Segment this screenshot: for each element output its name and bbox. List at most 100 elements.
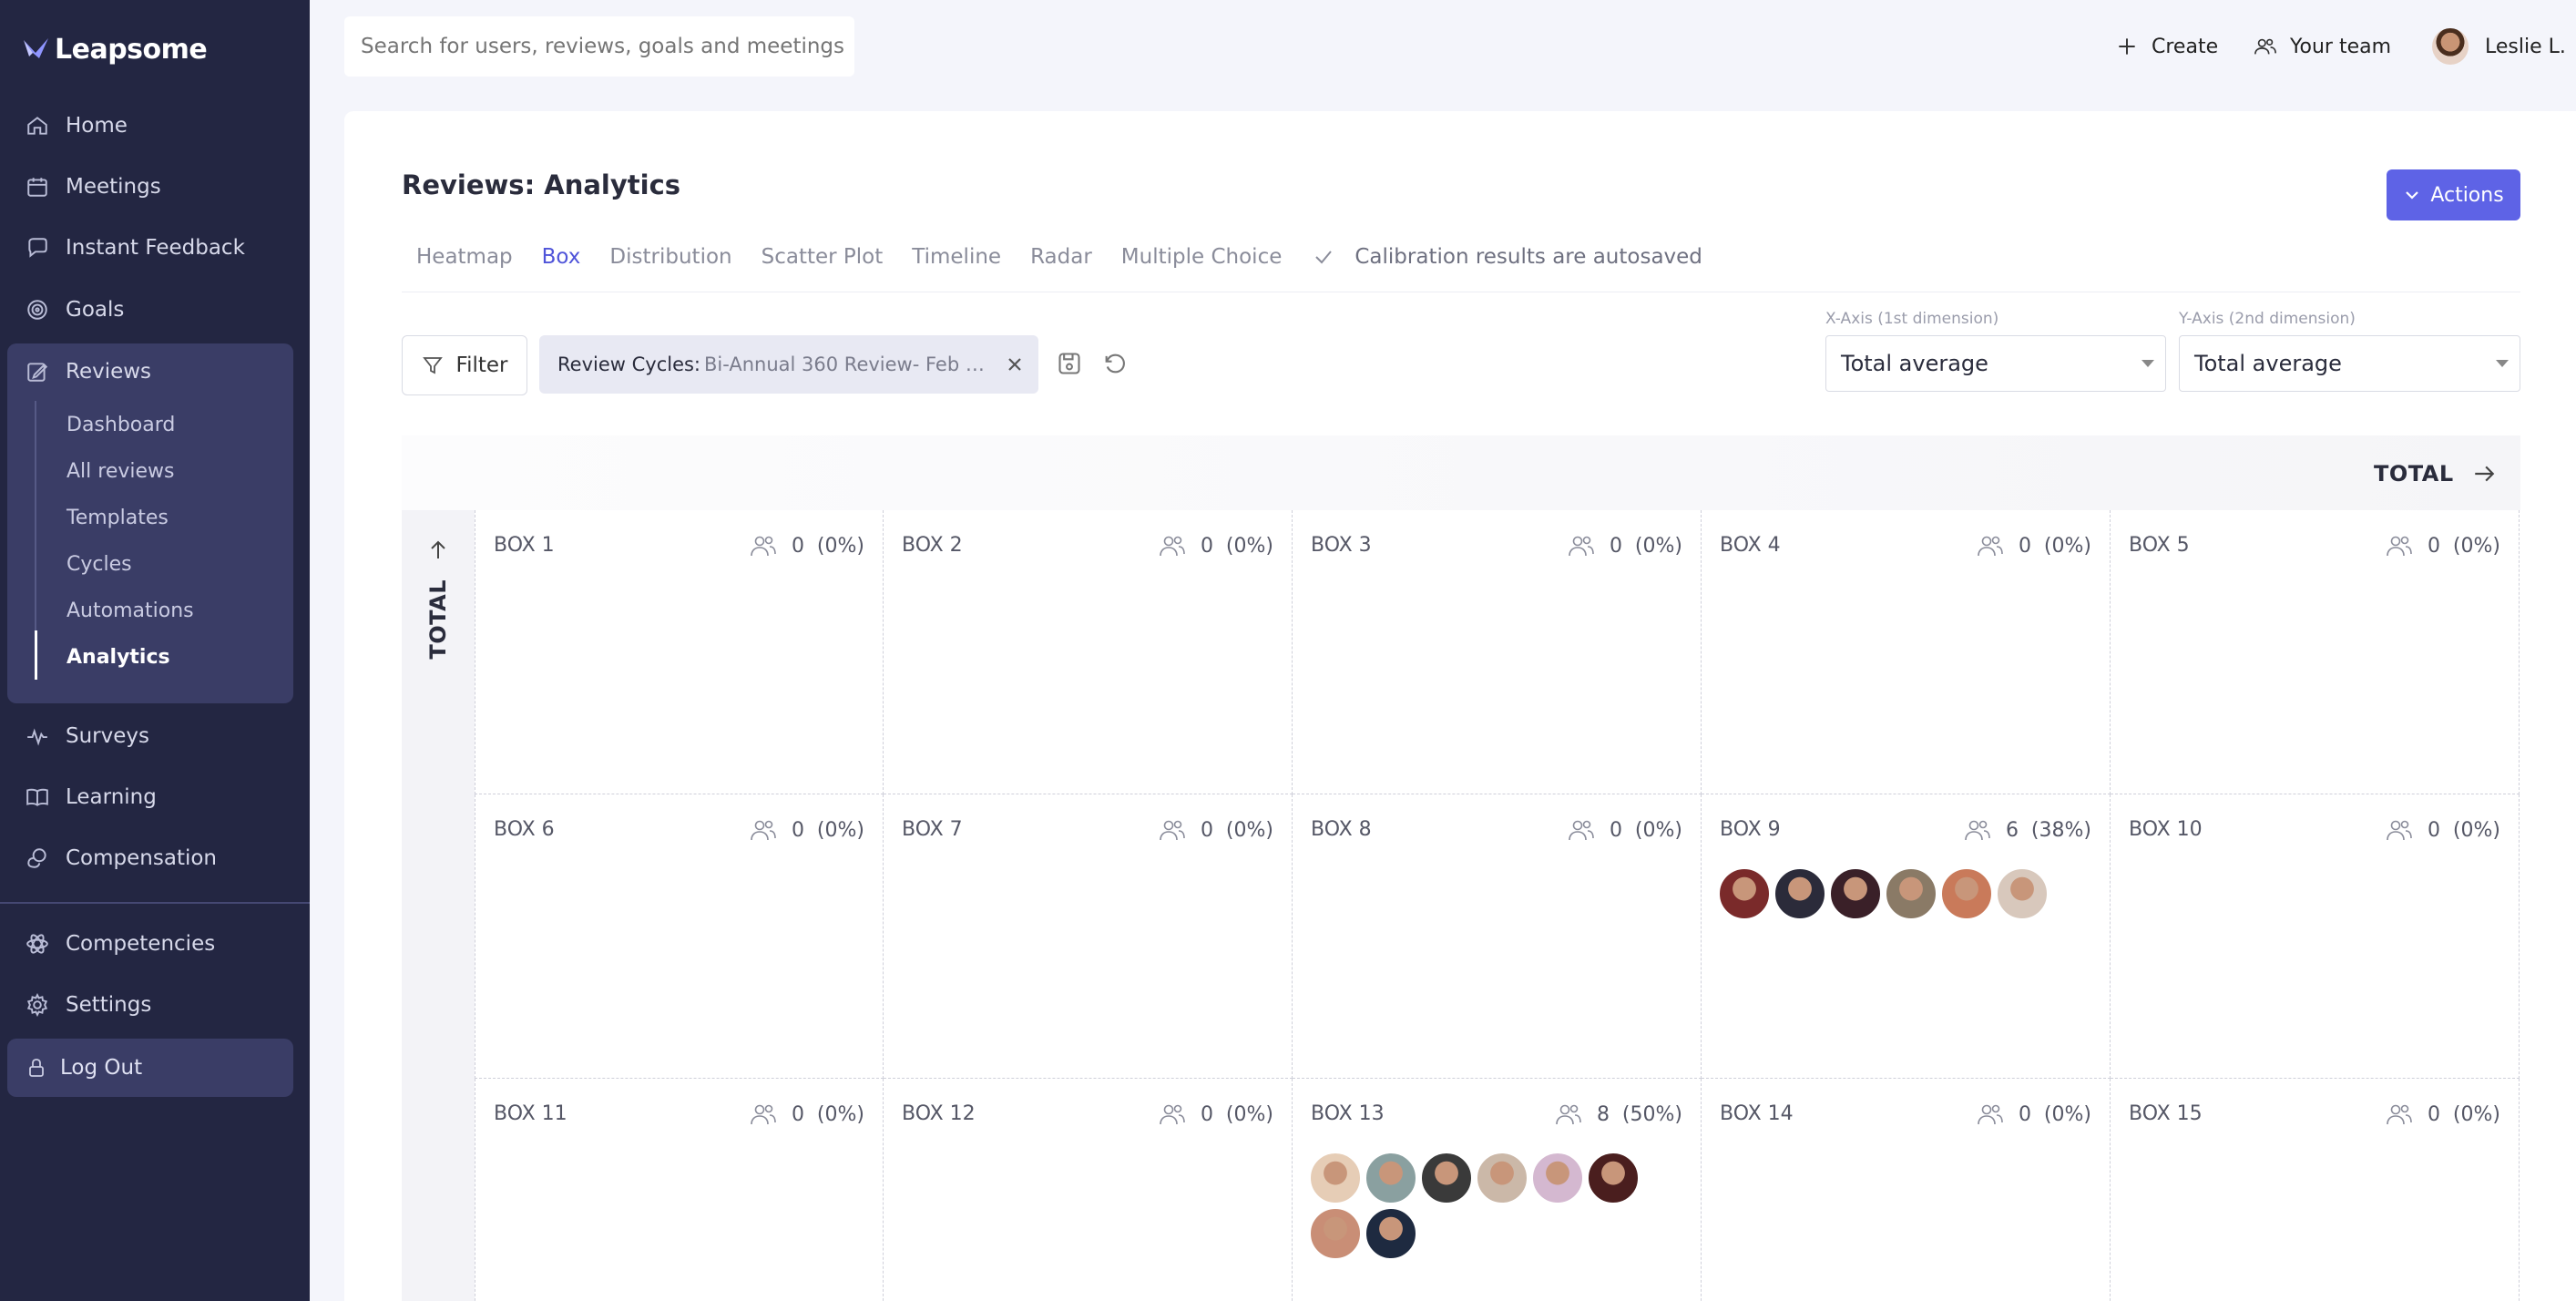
sidebar-item-label: Surveys xyxy=(66,724,149,748)
box-title: BOX 11 xyxy=(494,1102,567,1125)
chip-value: Bi-Annual 360 Review- Feb 1... xyxy=(704,353,987,375)
sidebar-item-instant-feedback[interactable]: Instant Feedback xyxy=(26,228,245,268)
avatar[interactable] xyxy=(1476,1152,1528,1204)
people-icon xyxy=(2387,820,2412,841)
box-cell-4[interactable]: BOX 4 0 (0%) xyxy=(1702,510,2111,794)
box-count-value: 0 (0%) xyxy=(791,534,864,558)
people-icon xyxy=(2387,1104,2412,1125)
box-cell-12[interactable]: BOX 12 0 (0%) xyxy=(884,1079,1293,1301)
leapsome-logo[interactable]: Leapsome xyxy=(20,29,208,69)
box-cell-9[interactable]: BOX 9 6 (38%) xyxy=(1702,794,2111,1079)
box-title: BOX 3 xyxy=(1311,534,1372,557)
sidebar-item-label: Instant Feedback xyxy=(66,236,245,260)
avatar[interactable] xyxy=(1365,1152,1417,1204)
box-count-value: 0 (0%) xyxy=(1200,818,1273,842)
box-cell-5[interactable]: BOX 5 0 (0%) xyxy=(2111,510,2520,794)
y-axis-label: Y-Axis (2nd dimension) xyxy=(2179,310,2356,328)
submenu-active-indicator xyxy=(35,630,37,680)
close-icon[interactable] xyxy=(1007,356,1023,373)
tab-timeline[interactable]: Timeline xyxy=(912,245,1001,269)
user-menu[interactable]: Leslie L. xyxy=(2432,24,2566,69)
box-count-value: 0 (0%) xyxy=(1200,534,1273,558)
sidebar-item-label: Competencies xyxy=(66,932,216,956)
caret-down-icon xyxy=(2496,360,2509,367)
people-icon xyxy=(1569,536,1594,557)
sidebar-item-goals[interactable]: Goals xyxy=(26,290,124,330)
save-filter-icon[interactable] xyxy=(1057,351,1082,376)
box-cell-8[interactable]: BOX 8 0 (0%) xyxy=(1293,794,1702,1079)
tab-box[interactable]: Box xyxy=(542,245,581,269)
avatar[interactable] xyxy=(1718,867,1771,920)
sidebar-item-meetings[interactable]: Meetings xyxy=(26,167,161,207)
sidebar-item-home[interactable]: Home xyxy=(26,106,128,146)
sidebar-item-competencies[interactable]: Competencies xyxy=(26,924,215,964)
box-cell-14[interactable]: BOX 14 0 (0%) xyxy=(1702,1079,2111,1301)
box-title: BOX 1 xyxy=(494,534,555,557)
sidebar-subitem-templates[interactable]: Templates xyxy=(66,499,169,536)
box-cell-3[interactable]: BOX 3 0 (0%) xyxy=(1293,510,1702,794)
autosave-status: Calibration results are autosaved xyxy=(1313,245,1702,269)
search-input[interactable] xyxy=(344,16,854,77)
your-team-button[interactable]: Your team xyxy=(2254,24,2391,69)
sidebar-subitem-automations[interactable]: Automations xyxy=(66,592,194,629)
sidebar-item-label: Settings xyxy=(66,993,152,1017)
filter-button[interactable]: Filter xyxy=(402,335,527,395)
sidebar-item-settings[interactable]: Settings xyxy=(26,985,151,1025)
avatar[interactable] xyxy=(1309,1207,1362,1260)
box-title: BOX 4 xyxy=(1720,534,1781,557)
box-cell-7[interactable]: BOX 7 0 (0%) xyxy=(884,794,1293,1079)
x-axis-select[interactable]: Total average xyxy=(1825,335,2166,392)
sidebar-item-label: Learning xyxy=(66,785,157,809)
sidebar-item-reviews[interactable]: Reviews xyxy=(26,352,151,392)
box-cell-2[interactable]: BOX 2 0 (0%) xyxy=(884,510,1293,794)
avatar[interactable] xyxy=(1829,867,1882,920)
box-cell-13[interactable]: BOX 13 8 (50%) xyxy=(1293,1079,1702,1301)
people-icon xyxy=(751,1104,776,1125)
tab-distribution[interactable]: Distribution xyxy=(609,245,731,269)
sidebar-subitem-all-reviews[interactable]: All reviews xyxy=(66,453,175,489)
review-cycle-filter-chip[interactable]: Review Cycles: Bi-Annual 360 Review- Feb… xyxy=(539,335,1038,394)
sidebar-item-surveys[interactable]: Surveys xyxy=(26,716,149,756)
avatar[interactable] xyxy=(1531,1152,1584,1204)
sidebar-item-compensation[interactable]: Compensation xyxy=(26,838,217,878)
box-count: 0 (0%) xyxy=(1568,818,1682,842)
box-title: BOX 14 xyxy=(1720,1102,1794,1125)
sidebar: Leapsome Home Meetings Instant Feedback … xyxy=(0,0,310,1301)
y-total-header[interactable]: TOTAL xyxy=(424,539,452,660)
avatar[interactable] xyxy=(1587,1152,1640,1204)
tab-heatmap[interactable]: Heatmap xyxy=(416,245,513,269)
create-button[interactable]: Create xyxy=(2115,24,2218,69)
tab-radar[interactable]: Radar xyxy=(1030,245,1092,269)
box-cell-10[interactable]: BOX 10 0 (0%) xyxy=(2111,794,2520,1079)
edit-icon xyxy=(27,363,48,382)
avatar[interactable] xyxy=(1420,1152,1473,1204)
coins-icon xyxy=(27,848,46,868)
reset-icon[interactable] xyxy=(1102,351,1128,376)
avatar[interactable] xyxy=(1774,867,1826,920)
y-axis-select[interactable]: Total average xyxy=(2179,335,2520,392)
x-total-header[interactable]: TOTAL xyxy=(2374,456,2496,492)
box-title: BOX 12 xyxy=(902,1102,976,1125)
box-title: BOX 6 xyxy=(494,818,555,841)
logout-button[interactable]: Log Out xyxy=(7,1039,293,1097)
box-cell-11[interactable]: BOX 11 0 (0%) xyxy=(475,1079,884,1301)
actions-button[interactable]: Actions xyxy=(2387,169,2520,220)
avatar[interactable] xyxy=(1940,867,1993,920)
sidebar-subitem-cycles[interactable]: Cycles xyxy=(66,546,132,582)
filter-label: Filter xyxy=(455,353,508,377)
box-cell-6[interactable]: BOX 6 0 (0%) xyxy=(475,794,884,1079)
avatar[interactable] xyxy=(1365,1207,1417,1260)
avatar[interactable] xyxy=(1885,867,1937,920)
box-count-value: 8 (50%) xyxy=(1596,1102,1682,1126)
box-cell-1[interactable]: BOX 1 0 (0%) xyxy=(475,510,884,794)
box-count-value: 0 (0%) xyxy=(1609,534,1682,558)
tab-scatter-plot[interactable]: Scatter Plot xyxy=(762,245,884,269)
sidebar-item-learning[interactable]: Learning xyxy=(26,777,157,817)
avatar[interactable] xyxy=(1309,1152,1362,1204)
tab-multiple-choice[interactable]: Multiple Choice xyxy=(1121,245,1283,269)
sidebar-subitem-analytics[interactable]: Analytics xyxy=(66,639,170,675)
analytics-tabs: Heatmap Box Distribution Scatter Plot Ti… xyxy=(416,241,1702,273)
sidebar-subitem-dashboard[interactable]: Dashboard xyxy=(66,406,175,443)
box-cell-15[interactable]: BOX 15 0 (0%) xyxy=(2111,1079,2520,1301)
avatar[interactable] xyxy=(1996,867,2049,920)
